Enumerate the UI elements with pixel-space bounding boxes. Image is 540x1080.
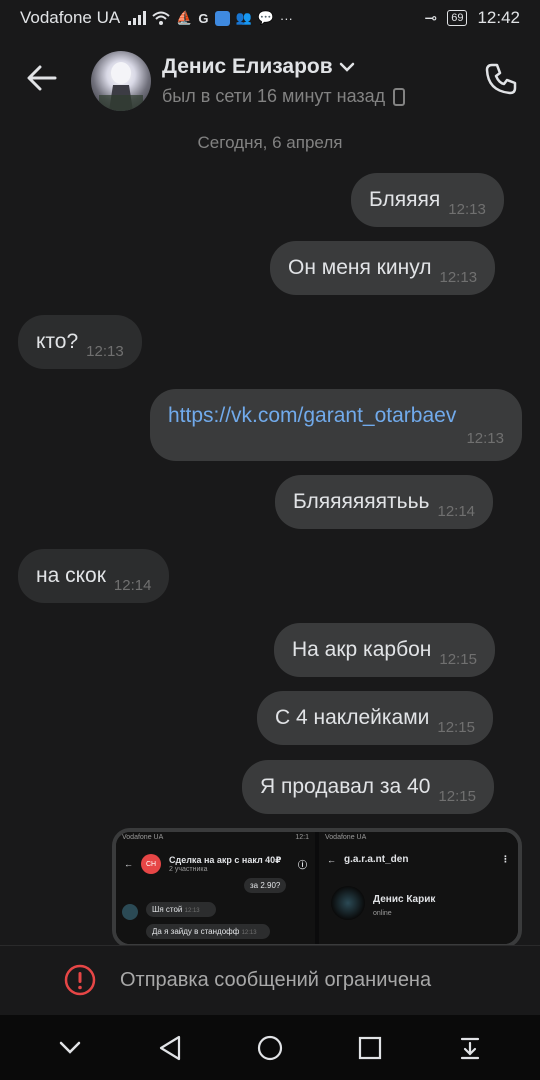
restricted-text: Отправка сообщений ограничена (120, 969, 432, 991)
message-bubble-out[interactable]: Бляяяяяятььь 12:14 (275, 475, 494, 529)
pull-down-icon (460, 1037, 480, 1059)
peer-status: был в сети 16 минут назад (162, 86, 406, 107)
message-time: 12:13 (86, 342, 124, 360)
mini-avatar: СН (141, 854, 161, 874)
system-nav-bar (0, 1015, 540, 1080)
google-icon: G (198, 10, 209, 26)
mini-profile-avatar (331, 886, 365, 920)
mini-profile-status: online (373, 910, 392, 917)
message-text: Бляяяяяятььь (293, 490, 430, 513)
peer-status-text: был в сети 16 минут назад (162, 86, 386, 106)
message-text: Бляяяя (369, 188, 441, 211)
mini-status-bar: Vodafone UA (319, 832, 518, 844)
message-bubble-out[interactable]: Я продавал за 40 12:15 (242, 760, 494, 814)
mini-message: Да я зайду в стандофф 12:13 (146, 924, 270, 939)
nav-notifications-button[interactable] (448, 1026, 492, 1070)
message-time: 12:15 (437, 718, 475, 736)
mini-back-icon: ← (327, 854, 336, 865)
message-text: С 4 наклейками (275, 706, 430, 729)
mini-status-bar: Vodafone UA 12:1 (116, 832, 315, 844)
carrier-label: Vodafone UA (20, 8, 121, 27)
nav-home-button[interactable] (248, 1026, 292, 1070)
nav-recents-button[interactable] (348, 1026, 392, 1070)
mini-message: за 2.90? (244, 878, 287, 893)
warning-icon (64, 964, 96, 996)
message-time: 12:14 (437, 502, 476, 520)
square-recents-icon (358, 1036, 382, 1059)
nav-back-button[interactable] (148, 1026, 192, 1070)
chat-header: Денис Елизаров был в сети 16 минут назад (0, 40, 540, 120)
mini-subtitle: 2 участника (169, 866, 208, 873)
wifi-icon (152, 11, 170, 25)
clock: 12:42 (477, 8, 520, 27)
restricted-notice: Отправка сообщений ограничена (0, 945, 540, 1015)
phone-icon (485, 63, 517, 95)
message-text: Я продавал за 40 (260, 775, 431, 798)
message-text: На акр карбон (292, 638, 432, 661)
mini-info-icon: ⓘ (297, 859, 307, 870)
triangle-back-icon (159, 1035, 181, 1060)
message-time: 12:15 (438, 787, 476, 805)
image-attachment[interactable]: Vodafone UA 12:1 ← СН Сделка на акр с на… (112, 828, 522, 948)
message-time: 12:15 (439, 650, 477, 668)
message-bubble-out[interactable]: На акр карбон 12:15 (274, 623, 495, 677)
add-user-icon: 👥 (235, 10, 252, 25)
message-text: на скок (36, 564, 106, 587)
attachment-screenshot-left: Vodafone UA 12:1 ← СН Сделка на акр с на… (116, 832, 315, 944)
battery-indicator: 69 (447, 10, 468, 26)
message-bubble-out[interactable]: Бляяяя 12:13 (351, 173, 504, 227)
avatar[interactable] (91, 51, 151, 111)
chevron-down-icon (59, 1041, 81, 1054)
message-bubble-link[interactable]: https://vk.com/garant_otarbaev 12:13 (150, 389, 522, 461)
mini-time: 12:1 (295, 834, 309, 841)
message-link[interactable]: https://vk.com/garant_otarbaev (168, 404, 456, 428)
message-bubble-in[interactable]: на скок 12:14 (18, 549, 170, 603)
mini-message-time: 12:13 (241, 930, 257, 936)
mini-more-icon: ⋮ (501, 854, 510, 864)
date-separator: Сегодня, 6 апреля (197, 133, 343, 152)
mini-title: g.a.r.a.nt_den (344, 854, 409, 865)
message-text: Он меня кинул (288, 256, 432, 279)
chat-icon: 💬 (257, 10, 274, 25)
mini-sender-avatar (122, 904, 138, 920)
message-bubble-in[interactable]: кто? 12:13 (18, 315, 142, 369)
peer-name[interactable]: Денис Елизаров (162, 55, 355, 79)
shield-icon (214, 10, 230, 26)
key-icon: ⊸ (424, 10, 438, 27)
call-button[interactable] (480, 58, 522, 100)
status-icons: ⛵ G 👥 💬 ··· (128, 10, 293, 26)
message-time: 12:14 (113, 576, 152, 594)
circle-home-icon (257, 1035, 283, 1060)
mini-message: Шя стой 12:13 (146, 902, 216, 917)
boat-icon: ⛵ (176, 10, 193, 25)
status-bar: Vodafone UA ⛵ G 👥 💬 ··· ⊸ 69 12:42 (0, 0, 540, 36)
message-bubble-out[interactable]: Он меня кинул 12:13 (270, 241, 496, 295)
mini-title: Сделка на акр с накл 40₽ (169, 855, 282, 865)
peer-name-text: Денис Елизаров (162, 55, 333, 78)
signal-icon (128, 11, 147, 25)
arrow-left-icon (27, 65, 57, 91)
message-text: кто? (36, 330, 79, 353)
message-time: 12:13 (448, 200, 486, 218)
nav-hide-button[interactable] (48, 1026, 92, 1070)
mini-header: ← g.a.r.a.nt_den ⋮ (327, 854, 510, 865)
chevron-down-icon (339, 62, 354, 72)
back-button[interactable] (22, 58, 62, 98)
mobile-icon (393, 87, 406, 106)
mini-carrier: Vodafone UA (122, 834, 164, 841)
attachment-screenshot-right: Vodafone UA ← g.a.r.a.nt_den ⋮ Денис Кар… (319, 832, 518, 944)
mini-message-text: Шя стой (152, 905, 183, 914)
mini-back-icon: ← (124, 859, 133, 869)
mini-carrier: Vodafone UA (325, 834, 367, 841)
message-time: 12:13 (439, 268, 478, 286)
mini-message-time: 12:13 (184, 908, 200, 914)
mini-profile-name: Денис Карик (373, 894, 436, 905)
mini-header: ← СН Сделка на акр с накл 40₽ 2 участник… (124, 854, 307, 874)
message-bubble-out[interactable]: С 4 наклейками 12:15 (257, 691, 493, 745)
more-icon: ··· (279, 10, 293, 26)
avatar-figure-icon (99, 62, 143, 111)
mini-message-text: Да я зайду в стандофф (152, 927, 240, 936)
message-time: 12:13 (466, 429, 504, 447)
